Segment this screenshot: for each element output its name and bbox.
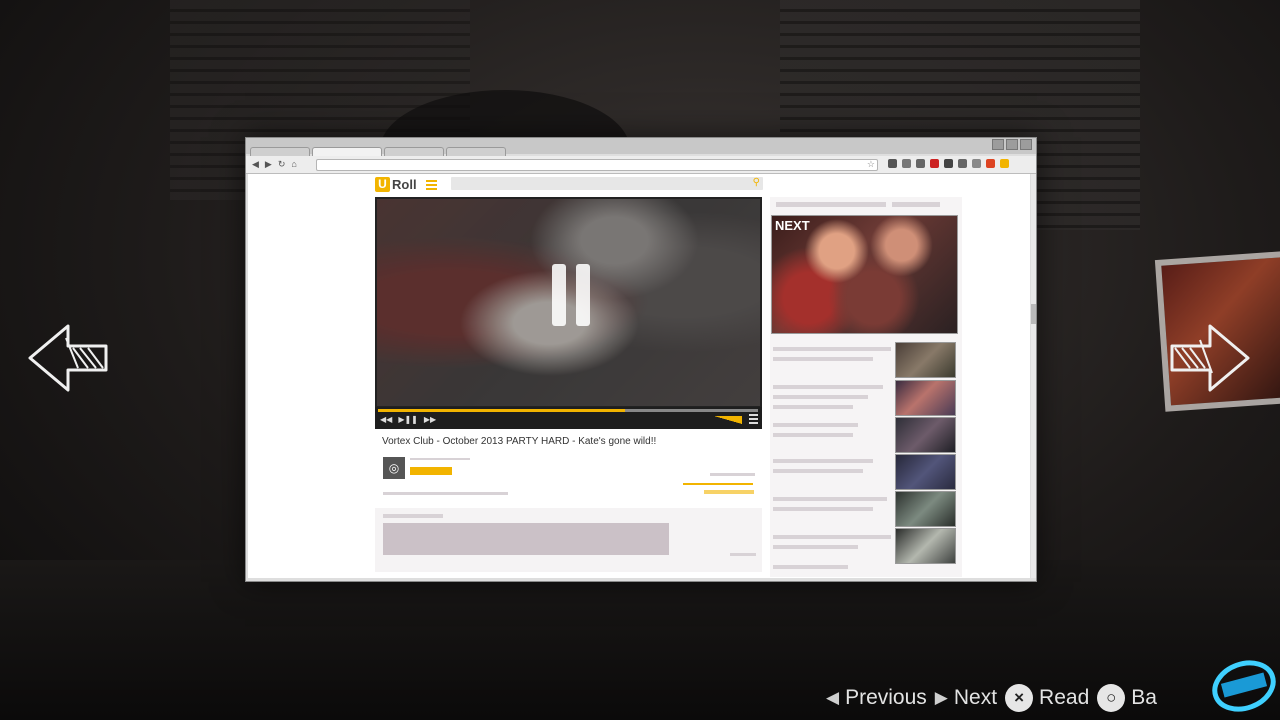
next-video-thumbnail[interactable]: NEXT — [771, 215, 958, 334]
related-title-placeholder — [773, 385, 883, 389]
scrollbar-thumb[interactable] — [1031, 304, 1036, 324]
playback-buttons: ◀◀ ▶❚❚ ▶▶ — [380, 415, 436, 424]
menu-icon[interactable] — [426, 180, 437, 192]
related-video-thumbnail[interactable] — [895, 491, 956, 527]
window-controls — [992, 139, 1032, 150]
progress-bar[interactable] — [378, 409, 758, 412]
related-title-placeholder — [773, 497, 887, 501]
minimize-button[interactable] — [992, 139, 1004, 150]
browser-titlebar — [246, 138, 1036, 157]
extension-icon[interactable] — [986, 159, 995, 168]
previous-prompt[interactable]: ◀ Previous — [826, 686, 927, 710]
next-small-arrow-icon: ▶ — [934, 688, 948, 707]
close-button[interactable] — [1020, 139, 1032, 150]
related-meta-placeholder — [773, 357, 873, 361]
related-video-thumbnail[interactable] — [895, 528, 956, 564]
uroll-logo[interactable]: U Roll — [375, 177, 417, 192]
show-more-placeholder[interactable] — [730, 553, 756, 556]
related-video-thumbnail[interactable] — [895, 342, 956, 378]
fullscreen-icon[interactable] — [749, 414, 758, 426]
extension-icon[interactable] — [902, 159, 911, 168]
maximize-button[interactable] — [1006, 139, 1018, 150]
search-icon[interactable]: ⚲ — [753, 177, 760, 188]
previous-small-arrow-icon: ◀ — [826, 688, 840, 707]
related-meta-placeholder — [773, 469, 863, 473]
related-video-thumbnail[interactable] — [895, 380, 956, 416]
circle-button-icon: ○ — [1097, 684, 1126, 712]
description-text-placeholder — [383, 523, 669, 555]
bookmark-star-icon[interactable]: ☆ — [867, 159, 875, 169]
previous-arrow-icon[interactable] — [28, 318, 108, 398]
browser-toolbar: ◀ ▶ ↻ ⌂ ☆ — [246, 156, 1036, 174]
extension-icon[interactable] — [888, 159, 897, 168]
related-title-placeholder — [773, 423, 858, 427]
nav-buttons: ◀ ▶ ↻ ⌂ — [252, 159, 297, 170]
related-videos-sidebar: NEXT — [770, 197, 962, 577]
like-ratio-bar — [683, 483, 753, 485]
view-count-placeholder — [710, 473, 755, 476]
related-title-placeholder — [773, 347, 891, 351]
related-meta-placeholder — [773, 507, 873, 511]
back-label: Ba — [1131, 686, 1157, 709]
next-label: NEXT — [775, 218, 810, 233]
related-meta-placeholder — [773, 545, 858, 549]
reload-icon[interactable]: ↻ — [278, 159, 286, 170]
read-prompt[interactable]: × Read — [1005, 684, 1089, 712]
extension-icon[interactable] — [944, 159, 953, 168]
page-scrollbar[interactable] — [1031, 174, 1036, 578]
back-prompt[interactable]: ○ Ba — [1097, 684, 1157, 712]
extension-icon[interactable] — [972, 159, 981, 168]
related-video-thumbnail[interactable] — [895, 454, 956, 490]
back-arrow-icon[interactable]: ◀ — [252, 159, 259, 170]
related-meta-placeholder — [773, 395, 868, 399]
related-meta-placeholder — [773, 405, 853, 409]
search-input[interactable]: ⚲ — [451, 177, 763, 190]
like-buttons[interactable] — [704, 490, 754, 494]
video-title: Vortex Club - October 2013 PARTY HARD - … — [382, 436, 657, 447]
read-label: Read — [1039, 686, 1090, 709]
related-title-placeholder — [773, 459, 873, 463]
related-title-placeholder — [773, 535, 891, 539]
extension-icons — [888, 159, 1009, 168]
video-frame[interactable] — [377, 199, 760, 406]
player-controls: ◀◀ ▶❚❚ ▶▶ — [375, 407, 762, 429]
logo-mark: U — [375, 177, 390, 192]
related-meta-placeholder — [773, 565, 848, 569]
forward-arrow-icon[interactable]: ▶ — [265, 159, 272, 170]
extension-icon[interactable] — [916, 159, 925, 168]
previous-label: Previous — [845, 686, 927, 709]
logo-text: Roll — [392, 177, 417, 192]
address-bar[interactable]: ☆ — [316, 159, 878, 171]
fast-forward-icon[interactable]: ▶▶ — [424, 415, 436, 424]
autoplay-placeholder — [892, 202, 940, 207]
extension-icon[interactable] — [930, 159, 939, 168]
play-pause-icon[interactable]: ▶❚❚ — [398, 415, 418, 424]
related-meta-placeholder — [773, 433, 853, 437]
description-heading-placeholder — [383, 514, 443, 518]
volume-slider[interactable] — [714, 416, 742, 424]
subscribe-button[interactable] — [410, 467, 452, 475]
next-prompt[interactable]: ▶ Next — [935, 686, 997, 710]
cross-button-icon: × — [1005, 684, 1034, 712]
progress-fill — [378, 409, 625, 412]
sidebar-heading-placeholder — [776, 202, 886, 207]
description-box — [375, 508, 762, 572]
action-row-placeholder — [383, 492, 508, 495]
video-player[interactable]: ◀◀ ▶❚❚ ▶▶ — [375, 197, 762, 429]
next-arrow-icon[interactable] — [1170, 318, 1250, 398]
page-viewport: U Roll ⚲ ◀◀ ▶❚❚ ▶▶ Vortex Club - October… — [248, 174, 1030, 578]
related-video-thumbnail[interactable] — [895, 417, 956, 453]
button-prompts: ◀ Previous ▶ Next × Read ○ Ba — [826, 684, 1157, 712]
browser-menu-icon[interactable] — [1000, 159, 1009, 168]
next-label: Next — [953, 686, 998, 709]
channel-avatar-icon[interactable]: ◎ — [383, 457, 405, 479]
channel-name-placeholder — [410, 458, 470, 460]
pause-icon[interactable] — [547, 264, 595, 326]
extension-icon[interactable] — [958, 159, 967, 168]
browser-window: ◀ ▶ ↻ ⌂ ☆ U Roll ⚲ ◀◀ ▶❚❚ ▶▶ Vortex Club… — [245, 137, 1037, 582]
home-icon[interactable]: ⌂ — [291, 159, 296, 170]
rewind-icon[interactable]: ◀◀ — [380, 415, 392, 424]
channel-watermark-logo — [1212, 660, 1276, 712]
